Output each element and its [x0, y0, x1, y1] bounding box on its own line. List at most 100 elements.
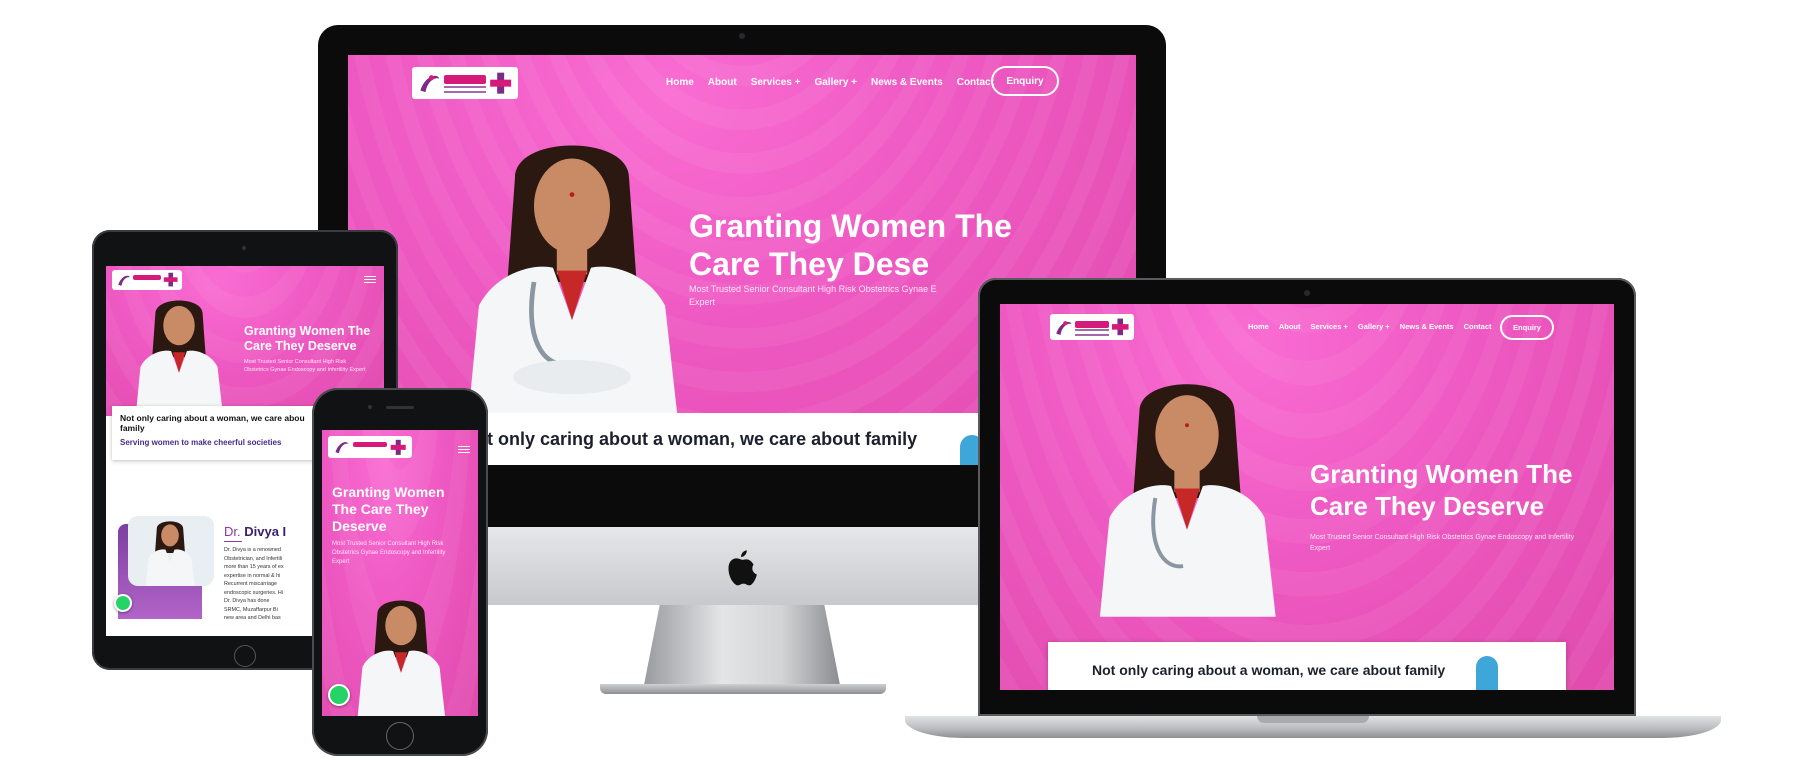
- about-body-line: expertise in normal & hi: [224, 572, 281, 579]
- about-body-line: Dr. Divya has done: [224, 598, 270, 604]
- nav-gallery-label: Gallery: [1357, 322, 1384, 331]
- hero-subtext-line2: Expert: [689, 297, 716, 307]
- nav-services[interactable]: Services +: [751, 77, 801, 88]
- phone-screen: Granting Women The Care They Deserve Mos…: [322, 430, 478, 716]
- logo-cross-icon: [1112, 318, 1129, 336]
- hero-subtext: Most Trusted Senior Consultant High Risk…: [689, 283, 937, 309]
- logo-swirl-icon: [420, 75, 440, 93]
- desktop-stand: [644, 605, 840, 685]
- tagline-text: ot only caring about a woman, we care ab…: [476, 429, 918, 449]
- hero-subtext-line3: Expert: [332, 559, 350, 565]
- about-body: Dr. Divya is a renowned Obstetrician, and…: [224, 546, 284, 623]
- nav-news[interactable]: News & Events: [1400, 322, 1454, 331]
- hero-headline-line2: The Care They: [332, 501, 429, 517]
- plus-icon: +: [1343, 322, 1348, 331]
- nav-services-label: Services: [1310, 322, 1342, 331]
- site-logo[interactable]: [1050, 314, 1134, 340]
- doctor-portrait: [467, 145, 679, 425]
- tablet-camera: [242, 246, 246, 250]
- hamburger-menu-icon[interactable]: [364, 274, 376, 285]
- enquiry-button[interactable]: Enquiry: [1500, 315, 1554, 340]
- whatsapp-icon[interactable]: [114, 594, 132, 612]
- nav-contact[interactable]: Contact: [1464, 322, 1492, 331]
- about-title: Dr. Divya I: [224, 524, 286, 539]
- laptop-screen: Home About Services + Gallery + News & E…: [1000, 304, 1614, 690]
- tagline-line2: family: [120, 423, 145, 433]
- doctor-portrait: [145, 521, 195, 586]
- logo-cross-icon: [391, 439, 407, 455]
- hero-subtext-line2: Obstetrics Gynae Endoscopy and Infertili…: [244, 367, 366, 373]
- hero-subtext-line1: Most Trusted Senior Consultant High Risk…: [1310, 534, 1575, 541]
- nav-gallery[interactable]: Gallery +: [1358, 322, 1390, 331]
- hero-subtext-line1: Most Trusted Senior Consultant High Risk: [244, 359, 347, 365]
- about-body-line: new area and Delhi bas: [224, 615, 281, 621]
- hero-headline-line2: Care They Dese: [689, 246, 930, 283]
- hero-subtext: Most Trusted Senior Consultant High Risk…: [1310, 532, 1574, 554]
- laptop-nav: Home About Services + Gallery + News & E…: [1248, 322, 1492, 331]
- hero-headline-line1: Granting Women: [332, 484, 445, 500]
- about-body-line: Dr. Divya is a renowned: [224, 547, 281, 553]
- laptop-camera: [1304, 290, 1310, 296]
- laptop-device: Home About Services + Gallery + News & E…: [978, 278, 1636, 716]
- about-divider: [224, 541, 242, 542]
- nav-news[interactable]: News & Events: [871, 77, 943, 88]
- nav-services-label: Services: [750, 77, 792, 88]
- about-body-line: SRMC, Muzaffarpur Bi: [224, 606, 278, 613]
- hero-headline-line2: Care They Deserve: [1310, 491, 1545, 521]
- logo-swirl-icon: [118, 275, 130, 286]
- nav-gallery[interactable]: Gallery +: [814, 77, 857, 88]
- doctor-portrait: [1099, 384, 1276, 617]
- about-body-line: Obstetrician, and Infertili: [224, 555, 283, 562]
- about-body-line: more than 15 years of ex: [224, 564, 284, 570]
- phone-home-button[interactable]: [386, 722, 414, 750]
- doctor-portrait: [357, 600, 446, 716]
- logo-name-band: [353, 441, 387, 448]
- about-title-prefix: Dr.: [224, 524, 241, 539]
- apple-logo-icon: [728, 550, 757, 586]
- desktop-stand-base: [600, 684, 886, 694]
- logo-cross-icon: [490, 72, 512, 94]
- logo-swirl-icon: [1056, 320, 1072, 335]
- logo-name-band: [1075, 320, 1109, 328]
- nav-about[interactable]: About: [1279, 322, 1301, 331]
- hero-headline-line3: Deserve: [332, 518, 387, 534]
- tagline-line1: Not only caring about a woman, we care a…: [120, 413, 305, 423]
- hero-headline: Granting Women The Care They Deserve: [332, 484, 445, 535]
- tablet-home-button[interactable]: [234, 645, 256, 667]
- hero-subtext-line2: Expert: [1310, 545, 1331, 552]
- enquiry-button[interactable]: Enquiry: [991, 66, 1059, 96]
- about-body-line: endoscopic surgeries. Hi: [224, 589, 284, 596]
- site-logo[interactable]: [412, 67, 518, 99]
- hero-headline-line1: Granting Women The: [689, 208, 1012, 244]
- hero-headline: Granting Women The Care They Deserve: [244, 324, 370, 354]
- tagline-text: Not only caring about a woman, we care a…: [1092, 662, 1446, 678]
- logo-name-band: [443, 75, 487, 84]
- hero-headline: Granting Women The Care They Deserve: [1310, 458, 1572, 522]
- logo-swirl-icon: [335, 442, 349, 454]
- logo-subtitle-lines: [1075, 329, 1109, 337]
- hamburger-menu-icon[interactable]: [458, 444, 470, 455]
- plus-icon: +: [1385, 322, 1390, 331]
- tagline-illustration-icon: [1476, 656, 1498, 690]
- laptop-notch: [1257, 716, 1369, 723]
- desktop-nav: Home About Services + Gallery + News & E…: [666, 77, 994, 88]
- hero-headline-line1: Granting Women The: [244, 324, 371, 338]
- hero-subtext: Most Trusted Senior Consultant High Risk…: [332, 540, 445, 567]
- hero-subtext: Most Trusted Senior Consultant High Risk…: [244, 358, 365, 374]
- nav-contact[interactable]: Contact: [957, 77, 994, 88]
- nav-about[interactable]: About: [708, 77, 737, 88]
- laptop-base: [905, 716, 1721, 738]
- whatsapp-icon[interactable]: [328, 684, 350, 706]
- site-logo[interactable]: [112, 270, 182, 290]
- logo-name-band: [133, 275, 161, 281]
- tagline-card: Not only caring about a woman, we care a…: [1048, 642, 1566, 690]
- hero-headline-line2: Care They Deserve: [244, 339, 357, 353]
- hero-subtext-line2: Obstetrics Gynae Endoscopy and Infertili…: [332, 550, 446, 556]
- nav-home[interactable]: Home: [666, 77, 694, 88]
- logo-cross-icon: [163, 273, 178, 287]
- site-logo[interactable]: [328, 436, 412, 458]
- desktop-camera: [739, 33, 745, 39]
- logo-subtitle-lines: [443, 85, 487, 96]
- nav-services[interactable]: Services +: [1311, 322, 1348, 331]
- nav-home[interactable]: Home: [1248, 322, 1269, 331]
